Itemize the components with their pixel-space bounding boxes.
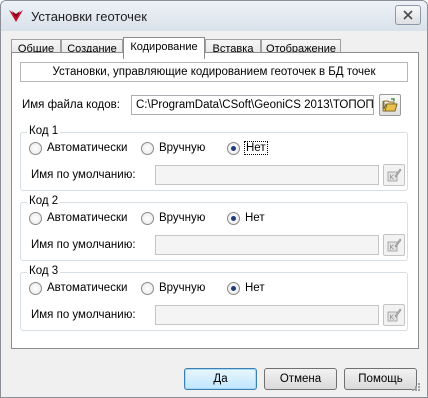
radio-label: Автоматически: [47, 282, 128, 294]
help-button[interactable]: Помощь: [344, 368, 417, 390]
ok-button[interactable]: Да: [184, 368, 257, 390]
radio-label: Автоматически: [47, 142, 128, 154]
radio-indicator: [227, 281, 240, 295]
group-title: Код 2: [27, 195, 61, 207]
radio-label: Нет: [245, 282, 265, 294]
code-3-default-field[interactable]: [155, 305, 379, 325]
code-1-manual-radio[interactable]: Вручную: [141, 141, 205, 155]
code-3-manual-radio[interactable]: Вручную: [141, 281, 205, 295]
edit-code-icon: K: [387, 238, 402, 252]
code-2-auto-radio[interactable]: Автоматически: [29, 211, 127, 225]
radio-indicator: [227, 211, 240, 225]
code-3-auto-radio[interactable]: Автоматически: [29, 281, 127, 295]
code-1-pick-button[interactable]: K: [383, 164, 405, 186]
dialog-client-area: Общие Создание Кодирование Вставка Отобр…: [5, 31, 423, 394]
edit-code-icon: K: [387, 308, 402, 322]
group-title: Код 3: [27, 265, 61, 277]
radio-label: Нет: [245, 212, 265, 224]
radio-label: Автоматически: [47, 212, 128, 224]
code-3-none-radio[interactable]: Нет: [227, 281, 265, 295]
window-title: Установки геоточек: [31, 9, 147, 24]
radio-indicator: [29, 141, 42, 155]
edit-code-icon: K: [387, 168, 402, 182]
code-2-default-field[interactable]: [155, 235, 379, 255]
radio-label: Вручную: [159, 142, 206, 154]
radio-label: Вручную: [159, 212, 206, 224]
tab-coding[interactable]: Кодирование: [123, 37, 205, 59]
code-1-auto-radio[interactable]: Автоматически: [29, 141, 127, 155]
geonics-logo-icon: [9, 10, 23, 22]
radio-indicator: [141, 281, 154, 295]
svg-text:K: K: [390, 244, 395, 252]
svg-text:K: K: [390, 314, 395, 322]
default-name-label: Имя по умолчанию:: [31, 309, 136, 321]
coding-tab-panel: Установки, управляющие кодированием геот…: [11, 52, 419, 349]
code-1-default-field[interactable]: [155, 165, 379, 185]
radio-label: Нет: [244, 141, 268, 155]
code-1-none-radio[interactable]: Нет: [227, 141, 268, 155]
code-3-group: Код 3 Автоматически Вручную Нет Имя по у…: [20, 265, 408, 331]
group-title: Код 1: [27, 125, 61, 137]
close-icon: [403, 10, 413, 20]
radio-indicator: [141, 141, 154, 155]
code-2-pick-button[interactable]: K: [383, 234, 405, 256]
radio-indicator: [29, 211, 42, 225]
codes-file-field[interactable]: C:\ProgramData\CSoft\GeoniCS 2013\ТОПОПЛ…: [131, 95, 374, 115]
radio-indicator: [141, 211, 154, 225]
panel-caption: Установки, управляющие кодированием геот…: [20, 62, 408, 82]
code-2-none-radio[interactable]: Нет: [227, 211, 265, 225]
resize-grip-icon[interactable]: [411, 382, 421, 392]
open-folder-icon: [382, 98, 398, 112]
dialog-window: Установки геоточек Общие Создание Кодиро…: [0, 0, 428, 398]
code-2-manual-radio[interactable]: Вручную: [141, 211, 205, 225]
file-label: Имя файла кодов:: [22, 99, 120, 111]
radio-indicator: [227, 141, 240, 155]
radio-indicator: [29, 281, 42, 295]
browse-button[interactable]: [379, 94, 401, 116]
code-1-group: Код 1 Автоматически Вручную Нет Имя по у…: [20, 125, 408, 191]
code-3-pick-button[interactable]: K: [383, 304, 405, 326]
cancel-button[interactable]: Отмена: [264, 368, 337, 390]
default-name-label: Имя по умолчанию:: [31, 239, 136, 251]
close-button[interactable]: [395, 5, 421, 25]
code-2-group: Код 2 Автоматически Вручную Нет Имя по у…: [20, 195, 408, 261]
title-bar[interactable]: Установки геоточек: [1, 1, 427, 31]
radio-label: Вручную: [159, 282, 206, 294]
default-name-label: Имя по умолчанию:: [31, 169, 136, 181]
svg-text:K: K: [390, 174, 395, 182]
